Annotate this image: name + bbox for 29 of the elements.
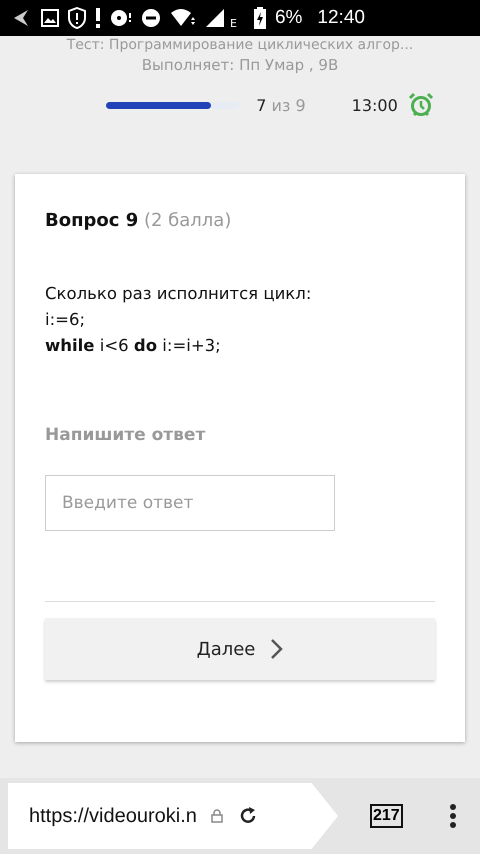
- answer-input[interactable]: Введите ответ: [45, 475, 335, 531]
- shield-icon: [68, 7, 86, 29]
- battery-icon: [254, 7, 266, 29]
- clock-time: 12:40: [317, 7, 365, 29]
- question-text-line: i:=6;: [45, 309, 86, 331]
- more-menu-icon[interactable]: [448, 804, 457, 828]
- question-text-line: while i<6 do i:=i+3;: [45, 335, 222, 357]
- alarm-clock-icon: [408, 92, 434, 118]
- progress-count: 7 из 9: [256, 96, 306, 114]
- answer-label: Напишите ответ: [45, 425, 206, 445]
- test-title: Тест: Программирование циклических алгор...: [66, 37, 414, 54]
- address-bar[interactable]: https://videouroki.n: [8, 783, 338, 849]
- battery-percent: 6%: [274, 7, 302, 29]
- tab-count-button[interactable]: 217: [370, 804, 403, 828]
- disc-icon: [110, 8, 132, 28]
- minus-circle-icon: [141, 8, 161, 28]
- chevron-right-icon: [269, 638, 284, 660]
- question-text-line: Сколько раз исполнится цикл:: [45, 283, 312, 305]
- question-title: Вопрос 9 (2 балла): [45, 210, 232, 231]
- wifi-icon: [170, 8, 196, 28]
- signal-icon: [205, 8, 225, 28]
- performer-text: Выполняет: Пп Умар , 9В: [142, 56, 338, 74]
- next-button[interactable]: Далее: [45, 618, 435, 680]
- lock-icon: [210, 809, 223, 823]
- network-type: E: [230, 16, 237, 30]
- image-icon: [41, 9, 59, 27]
- timer-text: 13:00: [352, 96, 398, 114]
- url-text: https://videouroki.n: [29, 804, 197, 828]
- exclamation-icon: [95, 8, 101, 28]
